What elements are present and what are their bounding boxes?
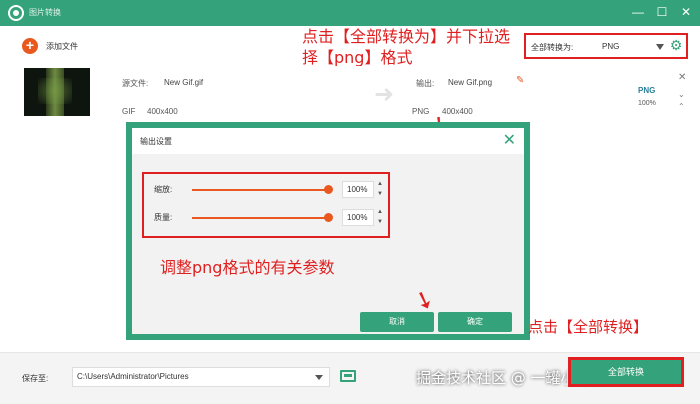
source-format: GIF — [122, 107, 136, 116]
gear-icon[interactable]: ⚙ — [669, 38, 683, 52]
quality-label: 质量: — [154, 213, 173, 222]
annotation-adjust-params: 调整png格式的有关参数 — [160, 258, 335, 277]
minimize-button[interactable]: — — [630, 4, 646, 20]
title-bar: 图片转换 — ☐ ✕ — [0, 0, 700, 26]
dropdown-arrow-icon — [656, 44, 664, 50]
convert-all-label: 全部转换为: — [531, 43, 574, 52]
bottom-bar: 保存至: C:\Users\Administrator\Pictures 掘金技… — [0, 352, 700, 404]
format-select-value: PNG — [602, 42, 620, 51]
output-format: PNG — [412, 107, 430, 116]
quality-increment-icon[interactable]: ▲ — [377, 209, 383, 215]
format-badge[interactable]: PNG — [638, 86, 655, 95]
close-button[interactable]: ✕ — [678, 4, 694, 20]
output-label: 输出: — [416, 79, 435, 88]
scale-setting: 缩放: 100% ▲ ▼ — [150, 180, 386, 200]
format-select[interactable]: PNG — [600, 39, 664, 55]
output-settings-dialog: 输出设置 ✕ 缩放: 100% ▲ ▼ 质量: 100% ▲ ▼ 调整png格式… — [126, 122, 530, 340]
add-file-label: 添加文件 — [46, 41, 78, 51]
convert-all-button[interactable]: 全部转换 — [571, 360, 681, 384]
add-file-button[interactable]: + 添加文件 — [22, 36, 78, 56]
arrow-right-icon: ➜ — [374, 81, 395, 108]
output-filename: New Gif.png — [448, 78, 493, 87]
scale-slider-handle[interactable] — [324, 185, 333, 194]
quality-percent: 100% — [638, 100, 656, 107]
scale-decrement-icon[interactable]: ▼ — [377, 191, 383, 197]
save-to-label: 保存至: — [22, 374, 49, 383]
chevron-up-icon[interactable]: ⌃ — [678, 102, 685, 111]
dialog-body: 缩放: 100% ▲ ▼ 质量: 100% ▲ ▼ 调整png格式的有关参数 — [132, 154, 524, 302]
folder-icon[interactable] — [340, 370, 356, 382]
edit-icon[interactable]: ✎ — [516, 76, 526, 86]
quality-decrement-icon[interactable]: ▼ — [377, 219, 383, 225]
scale-increment-icon[interactable]: ▲ — [377, 181, 383, 187]
scale-slider-track[interactable] — [192, 189, 328, 191]
dropdown-arrow-icon — [315, 375, 323, 380]
source-size: 400x400 — [147, 107, 178, 116]
ok-button[interactable]: 确定 — [438, 312, 512, 332]
source-filename: New Gif.gif — [164, 78, 204, 87]
quality-slider-track[interactable] — [192, 217, 328, 219]
scale-input[interactable]: 100% — [342, 181, 374, 198]
quality-setting: 质量: 100% ▲ ▼ — [150, 208, 386, 228]
file-row: 源文件: New Gif.gif GIF 400x400 ➜ 输出: New G… — [14, 68, 686, 120]
quality-slider-handle[interactable] — [324, 213, 333, 222]
annotation-convert-all: 点击【全部转换】 — [528, 318, 649, 336]
quality-input[interactable]: 100% — [342, 209, 374, 226]
window-title: 图片转换 — [29, 8, 61, 17]
remove-file-icon[interactable]: ✕ — [678, 72, 686, 83]
dialog-footer: 取消 确定 — [132, 302, 524, 334]
maximize-button[interactable]: ☐ — [654, 4, 670, 20]
source-label: 源文件: — [122, 79, 149, 88]
dialog-title: 输出设置 — [140, 137, 172, 146]
file-thumbnail — [24, 68, 90, 116]
convert-all-format-box: 全部转换为: PNG ⚙ — [524, 33, 688, 59]
app-logo-icon — [8, 5, 24, 21]
save-path-select[interactable]: C:\Users\Administrator\Pictures — [72, 367, 330, 387]
annotation-select-format: 点击【全部转换为】并下拉选择【png】格式 — [302, 27, 511, 67]
close-icon[interactable]: ✕ — [503, 130, 516, 150]
chevron-down-icon[interactable]: ⌄ — [678, 90, 685, 99]
plus-icon: + — [22, 38, 38, 54]
scale-label: 缩放: — [154, 185, 173, 194]
settings-box: 缩放: 100% ▲ ▼ 质量: 100% ▲ ▼ — [142, 172, 390, 238]
convert-all-highlight: 全部转换 — [568, 357, 684, 387]
save-path-value: C:\Users\Administrator\Pictures — [77, 372, 189, 381]
